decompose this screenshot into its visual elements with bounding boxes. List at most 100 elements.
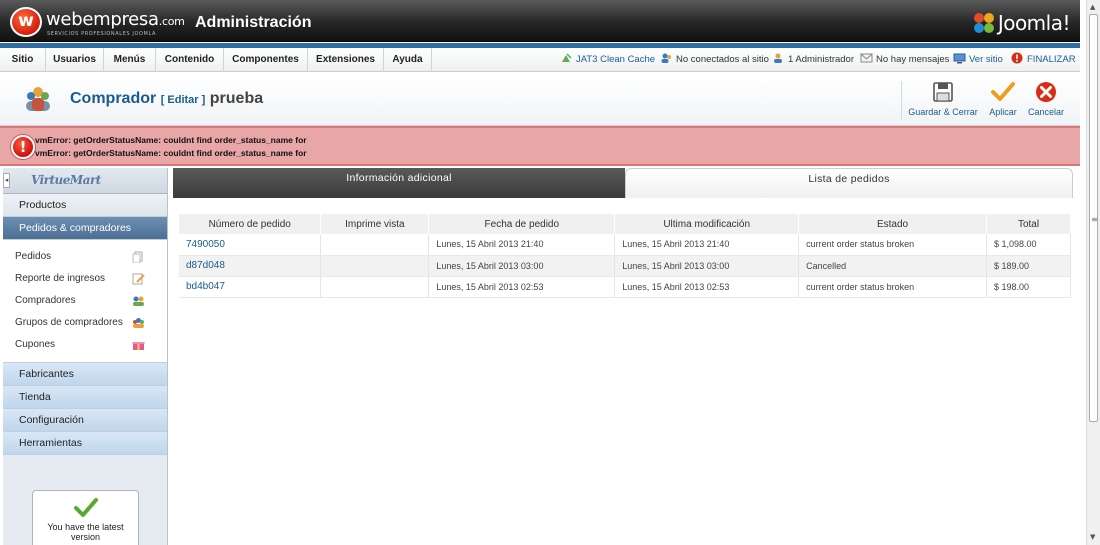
monitor-icon xyxy=(953,53,966,64)
cache-label: JAT3 Clean Cache xyxy=(576,54,656,65)
modified-date-cell: Lunes, 15 Abril 2013 02:53 xyxy=(614,276,800,298)
shopper-groups-icon xyxy=(133,318,144,328)
page-title: Comprador [ Editar ] prueba xyxy=(70,90,263,108)
table-row: bd4b047 Lunes, 15 Abril 2013 02:53 Lunes… xyxy=(179,276,1071,298)
sidebar-collapse-toggle[interactable]: ◂ xyxy=(3,173,10,188)
apply-button[interactable]: Aplicar xyxy=(984,81,1022,121)
latest-version-text: You have the latest version xyxy=(47,522,124,542)
table-row: d87d048 Lunes, 15 Abril 2013 03:00 Lunes… xyxy=(179,255,1071,277)
sidebar-item-label: Cupones xyxy=(15,339,56,350)
messages-status[interactable]: No hay mensajes xyxy=(860,48,949,72)
cache-icon xyxy=(562,53,572,62)
admin-user-icon xyxy=(774,53,782,63)
apply-label: Aplicar xyxy=(989,107,1017,117)
jat3-clean-cache-link[interactable]: JAT3 Clean Cache xyxy=(560,48,655,72)
admin-window: w webempresa.com SERVICIOS PROFESIONALES… xyxy=(0,0,1080,545)
logout-icon xyxy=(1011,52,1023,64)
table-row: 7490050 Lunes, 15 Abril 2013 21:40 Lunes… xyxy=(179,234,1071,256)
edit-label: [ Editar ] xyxy=(160,94,206,106)
admins-label: 1 Administrador xyxy=(788,54,855,65)
menu-contenido[interactable]: Contenido xyxy=(156,48,224,72)
view-site-link[interactable]: Ver sitio xyxy=(953,48,1003,72)
webempresa-logo-icon: w xyxy=(10,7,42,37)
sidebar-item-pedidos[interactable]: Pedidos xyxy=(3,246,167,268)
joomla-mark-icon xyxy=(972,11,996,35)
modified-date-cell: Lunes, 15 Abril 2013 21:40 xyxy=(614,234,800,256)
sidebar-section-productos[interactable]: Productos xyxy=(3,194,167,217)
site-users-status: No conectados al sitio xyxy=(660,48,769,72)
column-header-imprime[interactable]: Imprime vista xyxy=(320,214,430,234)
sidebar-item-cupones[interactable]: Cupones xyxy=(3,334,167,356)
joomla-wordmark: Joomla! xyxy=(997,11,1071,35)
sidebar-section-configuracion[interactable]: Configuración xyxy=(3,409,167,432)
scroll-thumb[interactable]: ≡ xyxy=(1089,14,1098,422)
green-check-icon xyxy=(73,498,98,517)
tab-lista-pedidos[interactable]: Lista de pedidos xyxy=(625,168,1073,198)
order-number-link[interactable]: 7490050 xyxy=(179,234,322,256)
column-header-modificacion[interactable]: Ultima modificación xyxy=(614,214,800,234)
gift-icon xyxy=(132,342,145,350)
print-view-cell xyxy=(320,255,430,277)
menu-usuarios[interactable]: Usuarios xyxy=(46,48,104,72)
sidebar-item-compradores[interactable]: Compradores xyxy=(3,290,167,312)
virtuemart-logo: ◂ VirtueMart xyxy=(3,168,167,194)
scroll-up-arrow-icon[interactable]: ▲ xyxy=(1090,3,1095,11)
order-date-cell: Lunes, 15 Abril 2013 21:40 xyxy=(428,234,616,256)
status-cell: current order status broken xyxy=(798,276,987,298)
column-header-numero[interactable]: Número de pedido xyxy=(179,214,322,234)
users-icon xyxy=(661,53,671,63)
brand-tagline: SERVICIOS PROFESIONALES JOOMLA xyxy=(47,31,156,37)
site-users-label: No conectados al sitio xyxy=(676,54,769,65)
menu-extensiones[interactable]: Extensiones xyxy=(308,48,384,72)
brand-suffix: .com xyxy=(158,15,185,28)
orders-icon xyxy=(132,251,143,263)
sidebar-section-tienda[interactable]: Tienda xyxy=(3,386,167,409)
report-icon xyxy=(132,273,145,285)
menu-componentes[interactable]: Componentes xyxy=(224,48,308,72)
cancel-label: Cancelar xyxy=(1027,107,1065,117)
cancel-x-icon xyxy=(1036,82,1056,102)
toolbar: Comprador [ Editar ] prueba Guardar & Ce… xyxy=(0,73,1080,126)
virtuemart-sidebar: ◂ VirtueMart Productos Pedidos & comprad… xyxy=(3,168,168,545)
sidebar-section-pedidos[interactable]: Pedidos & compradores xyxy=(3,217,167,240)
sidebar-item-reporte-ingresos[interactable]: Reporte de ingresos xyxy=(3,268,167,290)
main-content: Información adicional Lista de pedidos N… xyxy=(173,168,1076,545)
save-close-button[interactable]: Guardar & Cerrar xyxy=(905,81,981,121)
print-view-cell xyxy=(320,276,430,298)
menu-ayuda[interactable]: Ayuda xyxy=(384,48,432,72)
scroll-grip-icon: ≡ xyxy=(1091,215,1098,224)
toolbar-separator xyxy=(901,81,902,119)
page-title-text: Comprador xyxy=(70,90,157,107)
error-line: vmError: getOrderStatusName: couldnt fin… xyxy=(35,148,307,158)
error-message-box: ! vmError: getOrderStatusName: couldnt f… xyxy=(0,126,1080,166)
sidebar-item-grupos-compradores[interactable]: Grupos de compradores xyxy=(3,312,167,334)
modified-date-cell: Lunes, 15 Abril 2013 03:00 xyxy=(614,255,800,277)
scroll-down-arrow-icon[interactable]: ▼ xyxy=(1090,533,1095,541)
column-header-fecha[interactable]: Fecha de pedido xyxy=(428,214,616,234)
status-cell: current order status broken xyxy=(798,234,987,256)
main-menubar: Sitio Usuarios Menús Contenido Component… xyxy=(0,48,1080,72)
mail-icon xyxy=(860,53,873,63)
tab-informacion-adicional[interactable]: Información adicional xyxy=(173,168,625,198)
order-number-link[interactable]: d87d048 xyxy=(179,255,322,277)
sidebar-section-fabricantes[interactable]: Fabricantes xyxy=(3,363,167,386)
tab-bar: Información adicional Lista de pedidos xyxy=(173,168,1076,198)
save-close-label: Guardar & Cerrar xyxy=(908,107,978,117)
page-scrollbar[interactable]: ▲ ≡ ▼ xyxy=(1086,0,1100,545)
virtuemart-logo-text: VirtueMart xyxy=(31,173,101,187)
view-site-label: Ver sitio xyxy=(969,54,1003,65)
shopper-group-icon xyxy=(26,87,50,111)
sidebar-section-herramientas[interactable]: Herramientas xyxy=(3,432,167,455)
cancel-button[interactable]: Cancelar xyxy=(1025,81,1067,121)
logout-link[interactable]: FINALIZAR xyxy=(1011,48,1076,72)
status-cell: Cancelled xyxy=(798,255,987,277)
menu-sitio[interactable]: Sitio xyxy=(0,48,46,72)
order-number-link[interactable]: bd4b047 xyxy=(179,276,322,298)
checkmark-icon xyxy=(991,82,1015,101)
brand-text: webempresa xyxy=(46,9,159,30)
latest-version-box: You have the latest version xyxy=(32,490,139,545)
column-header-total[interactable]: Total xyxy=(986,214,1071,234)
menu-menus[interactable]: Menús xyxy=(104,48,156,72)
brand-name: webempresa.com xyxy=(46,9,185,30)
column-header-estado[interactable]: Estado xyxy=(798,214,987,234)
